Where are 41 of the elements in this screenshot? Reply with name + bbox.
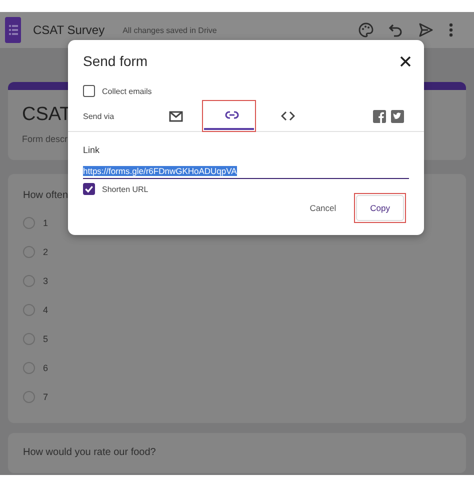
option-label: 7 bbox=[43, 392, 48, 402]
checkbox[interactable] bbox=[83, 85, 95, 97]
option-label: 4 bbox=[43, 304, 48, 314]
option-label: 3 bbox=[43, 276, 48, 286]
radio-button[interactable] bbox=[23, 246, 35, 258]
checkbox-label: Shorten URL bbox=[102, 184, 148, 194]
form-logo-icon bbox=[5, 17, 21, 43]
checkbox[interactable] bbox=[83, 183, 95, 195]
more-icon[interactable] bbox=[448, 22, 454, 38]
copy-button[interactable]: Copy bbox=[356, 195, 404, 221]
cancel-button[interactable]: Cancel bbox=[300, 196, 346, 220]
save-status: All changes saved in Drive bbox=[122, 26, 217, 34]
dialog-title: Send form bbox=[83, 53, 148, 69]
option-label: 6 bbox=[43, 362, 48, 372]
radio-button[interactable] bbox=[23, 216, 35, 228]
send-via-label: Send via bbox=[83, 112, 116, 120]
radio-button[interactable] bbox=[23, 304, 35, 316]
mail-icon bbox=[168, 110, 182, 122]
url-field[interactable]: https://forms.gle/r6FDnwGKHoADUqpVA bbox=[83, 166, 409, 179]
undo-icon[interactable] bbox=[388, 22, 404, 38]
radio-button[interactable] bbox=[23, 390, 35, 402]
twitter-icon[interactable] bbox=[391, 110, 404, 122]
facebook-icon[interactable] bbox=[373, 110, 386, 122]
option-label: 2 bbox=[43, 246, 48, 256]
palette-icon[interactable] bbox=[358, 22, 374, 38]
close-icon[interactable] bbox=[400, 56, 411, 66]
form-heading: CSAT bbox=[22, 104, 72, 126]
send-icon[interactable] bbox=[418, 22, 434, 38]
radio-button[interactable] bbox=[23, 274, 35, 286]
code-icon bbox=[280, 111, 294, 121]
radio-button[interactable] bbox=[23, 332, 35, 344]
link-label: Link bbox=[83, 145, 101, 155]
radio-button[interactable] bbox=[23, 362, 35, 374]
form-title: CSAT Survey bbox=[33, 23, 105, 37]
form-description: Form descr bbox=[22, 134, 68, 144]
question-title: How often bbox=[23, 190, 68, 202]
link-icon bbox=[224, 111, 238, 119]
option-label: 5 bbox=[43, 334, 48, 344]
checkbox-label: Collect emails bbox=[102, 86, 152, 96]
question-title: How would you rate our food? bbox=[23, 447, 156, 459]
option-label: 1 bbox=[43, 218, 48, 228]
